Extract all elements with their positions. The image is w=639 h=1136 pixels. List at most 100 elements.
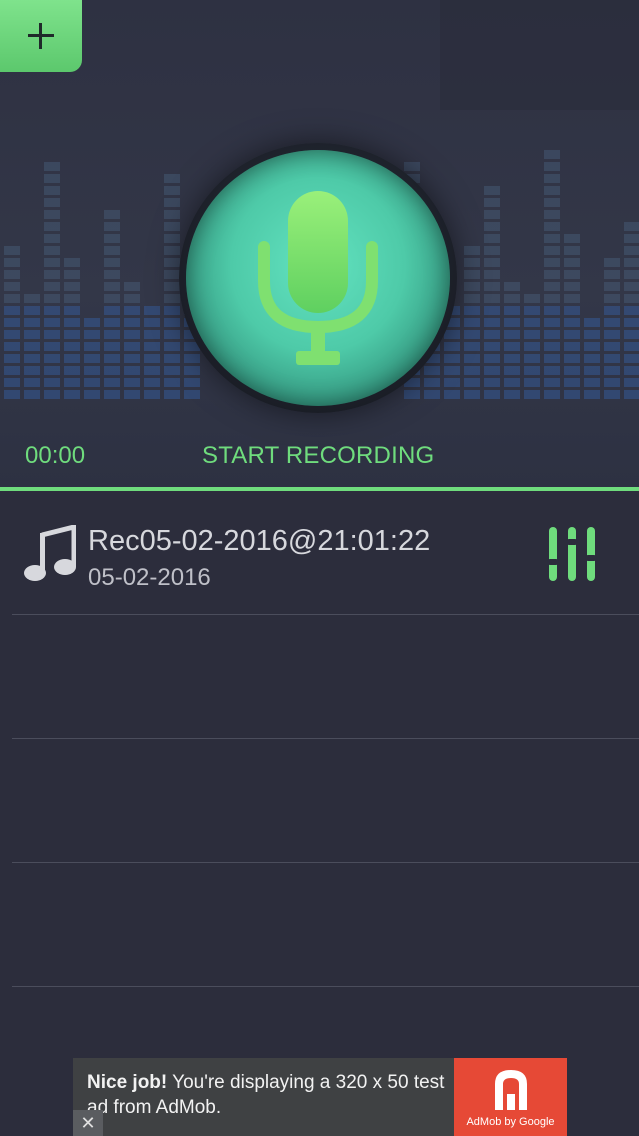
equalizer-bar-segment bbox=[64, 282, 80, 291]
equalizer-bar-segment bbox=[604, 270, 620, 279]
equalizer-bar-segment bbox=[144, 378, 160, 387]
equalizer-bar-segment bbox=[624, 222, 639, 231]
close-icon[interactable]: ✕ bbox=[73, 1110, 103, 1136]
equalizer-bar-segment bbox=[124, 378, 140, 387]
recording-title: Rec05-02-2016@21:01:22 bbox=[88, 525, 431, 557]
equalizer-bar-segment bbox=[624, 270, 639, 279]
equalizer-bar-segment bbox=[124, 390, 140, 399]
equalizer-bar-segment bbox=[604, 318, 620, 327]
ad-bold-text: Nice job! bbox=[87, 1072, 168, 1093]
equalizer-bar-segment bbox=[504, 330, 520, 339]
equalizer-bar-segment bbox=[104, 222, 120, 231]
equalizer-bar-segment bbox=[124, 282, 140, 291]
equalizer-bar-segment bbox=[124, 318, 140, 327]
equalizer-bar-segment bbox=[44, 282, 60, 291]
equalizer-bar-segment bbox=[544, 366, 560, 375]
equalizer-bar-segment bbox=[44, 378, 60, 387]
equalizer-bar-segment bbox=[464, 342, 480, 351]
equalizer-bar-segment bbox=[464, 282, 480, 291]
equalizer-bar-segment bbox=[184, 390, 200, 399]
equalizer-bar-segment bbox=[4, 342, 20, 351]
equalizer-bar-segment bbox=[4, 354, 20, 363]
equalizer-bar-segment bbox=[164, 246, 180, 255]
equalizer-bar-segment bbox=[564, 354, 580, 363]
equalizer-bar-segment bbox=[524, 318, 540, 327]
equalizer-bar-segment bbox=[164, 234, 180, 243]
equalizer-bar-segment bbox=[484, 186, 500, 195]
equalizer-bar-segment bbox=[544, 198, 560, 207]
equalizer-bar-segment bbox=[144, 318, 160, 327]
start-recording-label[interactable]: START RECORDING bbox=[202, 442, 434, 470]
equalizer-bar-segment bbox=[624, 378, 639, 387]
equalizer-bar-segment bbox=[104, 354, 120, 363]
equalizer-bar-segment bbox=[44, 162, 60, 171]
equalizer-bar-segment bbox=[544, 390, 560, 399]
empty-list-row bbox=[12, 615, 639, 739]
music-note-icon bbox=[24, 525, 76, 581]
record-button[interactable] bbox=[179, 143, 457, 413]
equalizer-bar-segment bbox=[104, 210, 120, 219]
equalizer-bar-segment bbox=[484, 306, 500, 315]
equalizer-bar-segment bbox=[144, 330, 160, 339]
equalizer-bar-segment bbox=[24, 294, 40, 303]
equalizer-bar-segment bbox=[44, 198, 60, 207]
equalizer-bar-segment bbox=[184, 378, 200, 387]
equalizer-bar-segment bbox=[144, 390, 160, 399]
equalizer-bar-segment bbox=[44, 174, 60, 183]
equalizer-bar-segment bbox=[4, 390, 20, 399]
equalizer-bar-segment bbox=[124, 306, 140, 315]
equalizer-bar-segment bbox=[84, 390, 100, 399]
equalizer-bar-segment bbox=[164, 270, 180, 279]
ad-text: Nice job! You're displaying a 320 x 50 t… bbox=[87, 1070, 447, 1120]
equalizer-bar-segment bbox=[44, 366, 60, 375]
equalizer-bar-segment bbox=[4, 378, 20, 387]
equalizer-bar-segment bbox=[484, 354, 500, 363]
equalizer-bar-segment bbox=[524, 342, 540, 351]
record-button-face bbox=[186, 150, 450, 406]
equalizer-bar-segment bbox=[84, 318, 100, 327]
equalizer-bar-segment bbox=[624, 282, 639, 291]
equalizer-bar-segment bbox=[524, 366, 540, 375]
equalizer-bar-segment bbox=[464, 354, 480, 363]
empty-list-row bbox=[12, 863, 639, 987]
equalizer-bar-segment bbox=[24, 378, 40, 387]
equalizer-icon[interactable] bbox=[545, 525, 599, 583]
equalizer-bar-segment bbox=[464, 258, 480, 267]
equalizer-bar-segment bbox=[64, 366, 80, 375]
equalizer-bar-segment bbox=[564, 342, 580, 351]
equalizer-bar-segment bbox=[524, 390, 540, 399]
equalizer-bar-segment bbox=[544, 210, 560, 219]
equalizer-bar-segment bbox=[464, 366, 480, 375]
equalizer-bar-segment bbox=[84, 330, 100, 339]
equalizer-bar-segment bbox=[44, 186, 60, 195]
equalizer-bar-segment bbox=[504, 354, 520, 363]
equalizer-bar-segment bbox=[4, 258, 20, 267]
equalizer-bar-segment bbox=[624, 390, 639, 399]
equalizer-bar-segment bbox=[544, 354, 560, 363]
equalizer-bar-segment bbox=[164, 294, 180, 303]
equalizer-bar-segment bbox=[544, 186, 560, 195]
equalizer-bar-segment bbox=[64, 258, 80, 267]
equalizer-bar-segment bbox=[564, 330, 580, 339]
equalizer-bar-segment bbox=[424, 378, 440, 387]
equalizer-bar-segment bbox=[604, 282, 620, 291]
equalizer-bar-segment bbox=[504, 282, 520, 291]
equalizer-bar-segment bbox=[544, 150, 560, 159]
equalizer-bar-segment bbox=[624, 330, 639, 339]
equalizer-bar-segment bbox=[124, 366, 140, 375]
list-item[interactable]: Rec05-02-2016@21:01:22 05-02-2016 bbox=[12, 491, 639, 615]
equalizer-bar-segment bbox=[484, 282, 500, 291]
add-button[interactable] bbox=[0, 0, 82, 72]
microphone-icon bbox=[258, 191, 378, 365]
equalizer-bar-segment bbox=[44, 318, 60, 327]
equalizer-bar-segment bbox=[124, 342, 140, 351]
ad-content[interactable]: Nice job! You're displaying a 320 x 50 t… bbox=[73, 1058, 567, 1136]
equalizer-bar-segment bbox=[524, 306, 540, 315]
equalizer-bar-segment bbox=[584, 318, 600, 327]
equalizer-bar-segment bbox=[584, 354, 600, 363]
equalizer-bar-segment bbox=[464, 306, 480, 315]
equalizer-bar-segment bbox=[484, 270, 500, 279]
equalizer-bar-segment bbox=[44, 294, 60, 303]
equalizer-bar-segment bbox=[544, 282, 560, 291]
equalizer-bar-segment bbox=[44, 330, 60, 339]
